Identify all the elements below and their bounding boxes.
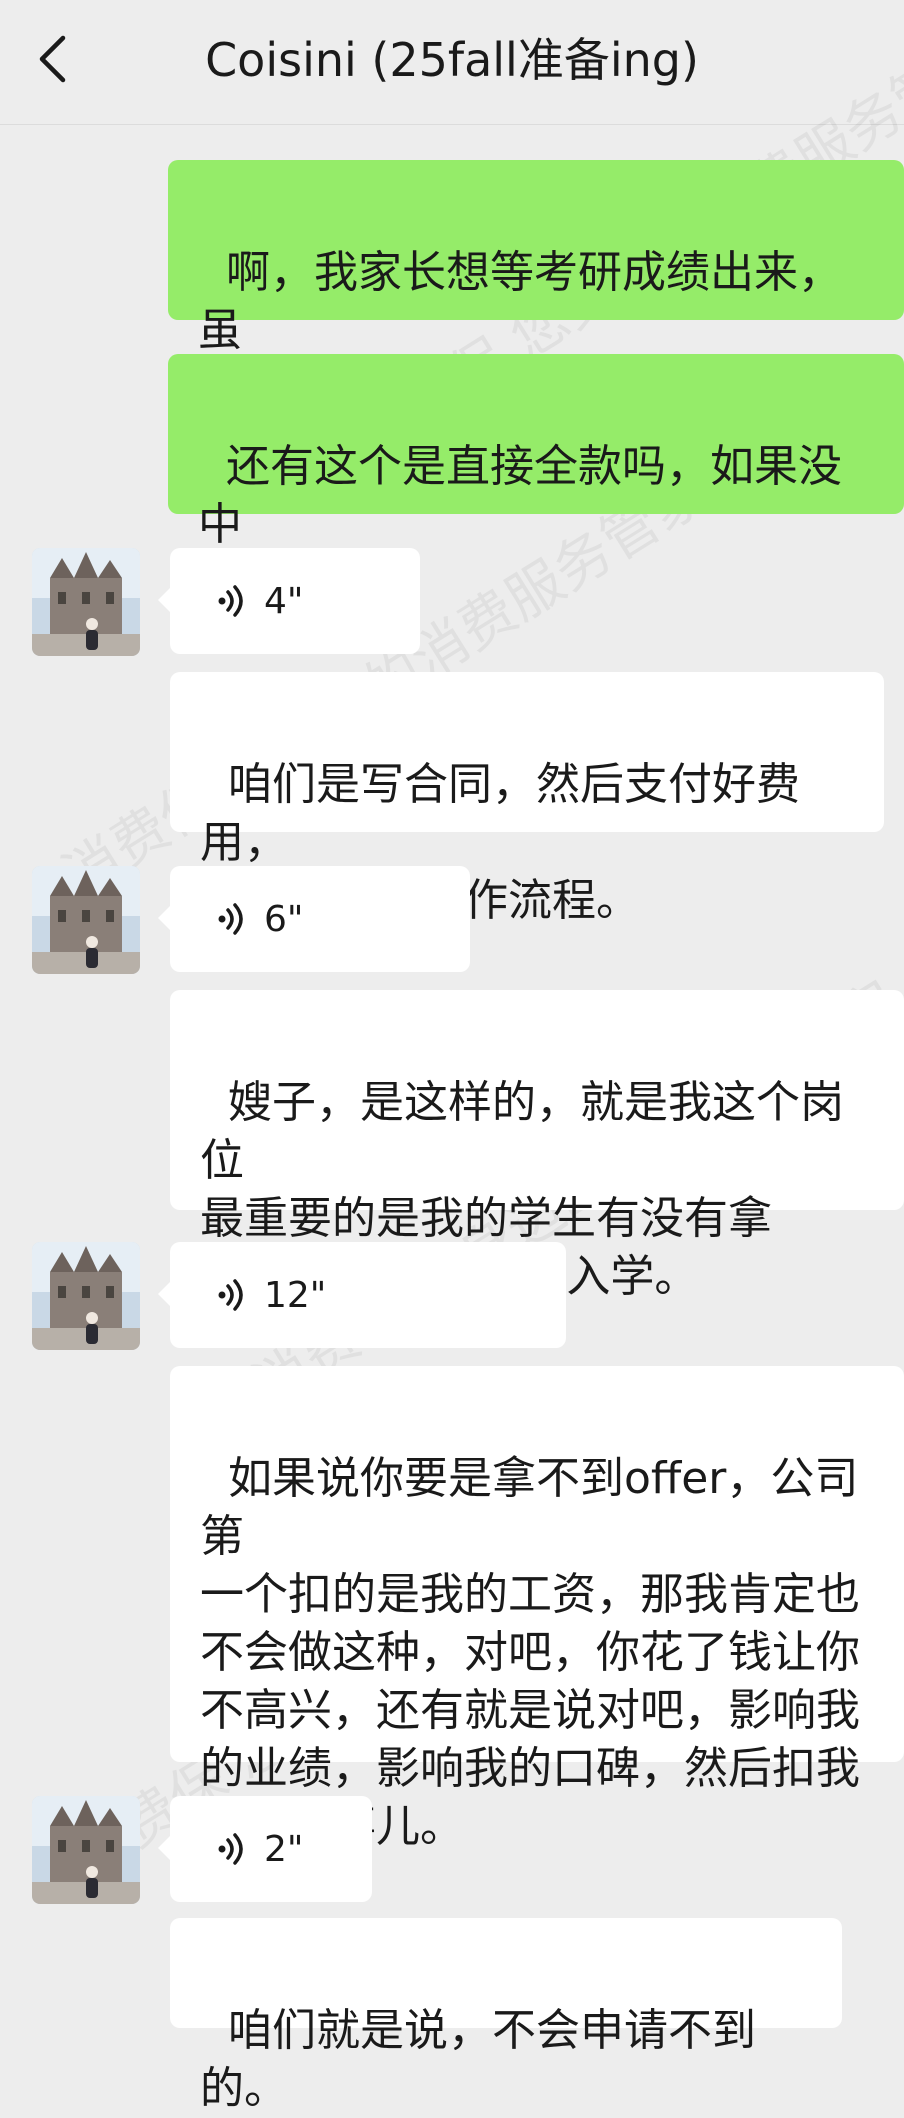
voice-wave-icon (218, 903, 243, 935)
voice-wave-icon (218, 585, 243, 617)
avatar[interactable] (32, 1796, 140, 1904)
avatar[interactable] (32, 1242, 140, 1350)
message-bubble-sent[interactable]: 还有这个是直接全款吗，如果没中 会怎么样呢 (168, 354, 904, 608)
voice-wave-icon (218, 1833, 243, 1865)
voice-duration: 12" (264, 1274, 327, 1316)
message-bubble-received[interactable]: 嫂子，是这样的，就是我这个岗位 最重要的是我的学生有没有拿 offer，还有你没… (170, 990, 904, 1302)
chat-header: Coisini (25fall准备ing) (0, 0, 904, 125)
avatar-image (32, 548, 140, 656)
chat-title: Coisini (25fall准备ing) (205, 33, 699, 87)
voice-message[interactable]: 6" (158, 866, 470, 972)
avatar-image (32, 1796, 140, 1904)
message-bubble-sent[interactable]: 啊，我家长想等考研成绩出来，虽 然我自己是觉得确实没什么希望 (168, 160, 904, 414)
voice-duration: 6" (264, 898, 304, 940)
voice-message[interactable]: 4" (158, 548, 420, 654)
voice-wave-icon (218, 1279, 243, 1311)
message-bubble-received[interactable]: 咱们是写合同，然后支付好费用， 赶紧去帮你操作流程。 (170, 672, 884, 926)
voice-duration: 2" (264, 1828, 304, 1870)
message-bubble-received[interactable]: 咱们就是说，不会申请不到的。 (170, 1918, 842, 2114)
message-text: 咱们就是说，不会申请不到的。 (200, 2005, 756, 2114)
avatar-image (32, 1242, 140, 1350)
voice-message[interactable]: 12" (158, 1242, 566, 1348)
avatar-image (32, 866, 140, 974)
voice-duration: 4" (264, 580, 304, 622)
message-bubble-received[interactable]: 如果说你要是拿不到offer，公司第 一个扣的是我的工资，那我肯定也 不会做这种… (170, 1366, 904, 1852)
avatar[interactable] (32, 548, 140, 656)
avatar[interactable] (32, 866, 140, 974)
voice-message[interactable]: 2" (158, 1796, 372, 1902)
message-text: 如果说你要是拿不到offer，公司第 一个扣的是我的工资，那我肯定也 不会做这种… (200, 1453, 860, 1852)
